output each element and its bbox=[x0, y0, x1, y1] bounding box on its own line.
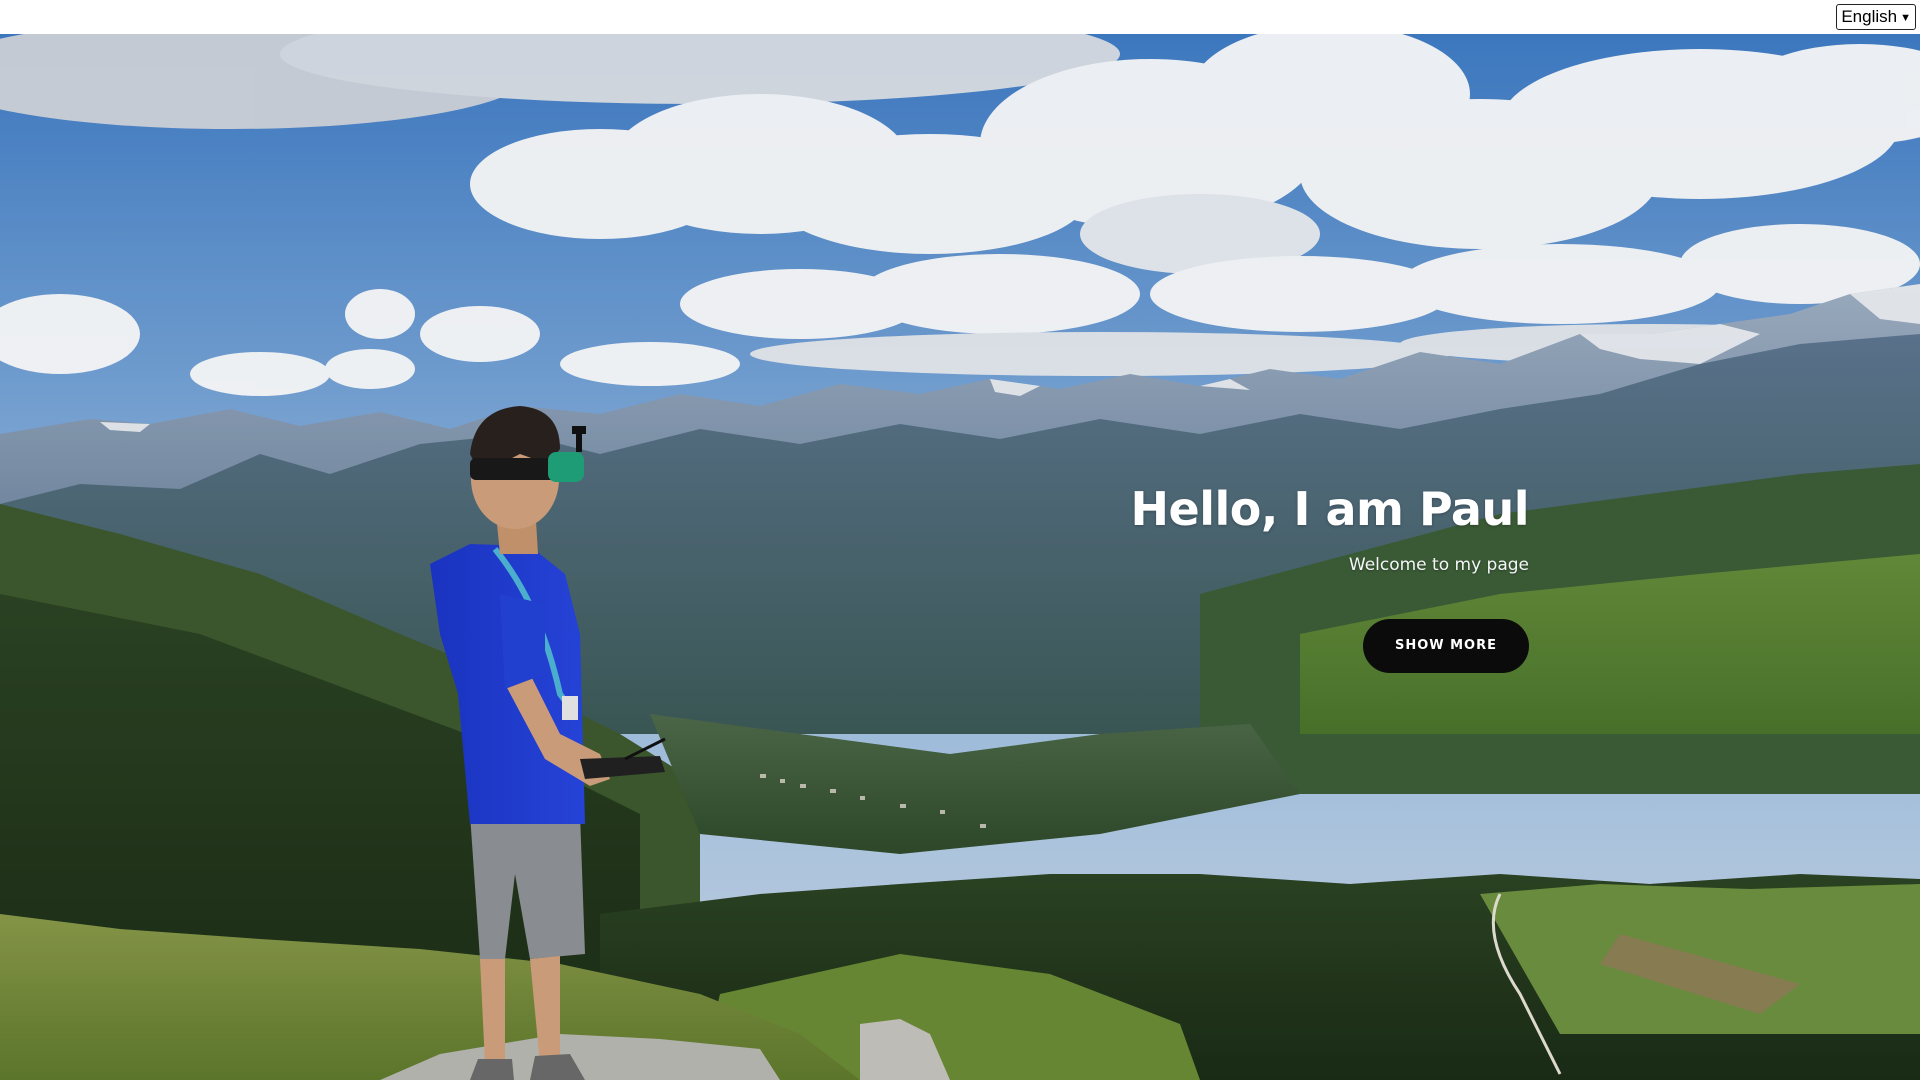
language-select-value: English bbox=[1841, 7, 1898, 26]
show-more-button[interactable]: SHOW MORE bbox=[1362, 619, 1529, 674]
hero-title: Hello, I am Paul bbox=[1130, 482, 1530, 536]
language-select[interactable]: English ▼ bbox=[1836, 4, 1916, 30]
hero-content: Hello, I am Paul Welcome to my page SHOW… bbox=[1130, 482, 1530, 674]
hero-section: Hello, I am Paul Welcome to my page SHOW… bbox=[0, 34, 1920, 1080]
top-bar: English ▼ bbox=[0, 0, 1920, 34]
hero-background-image bbox=[0, 34, 1920, 1080]
chevron-down-icon: ▼ bbox=[1900, 12, 1911, 24]
hero-subtitle: Welcome to my page bbox=[1348, 555, 1529, 576]
